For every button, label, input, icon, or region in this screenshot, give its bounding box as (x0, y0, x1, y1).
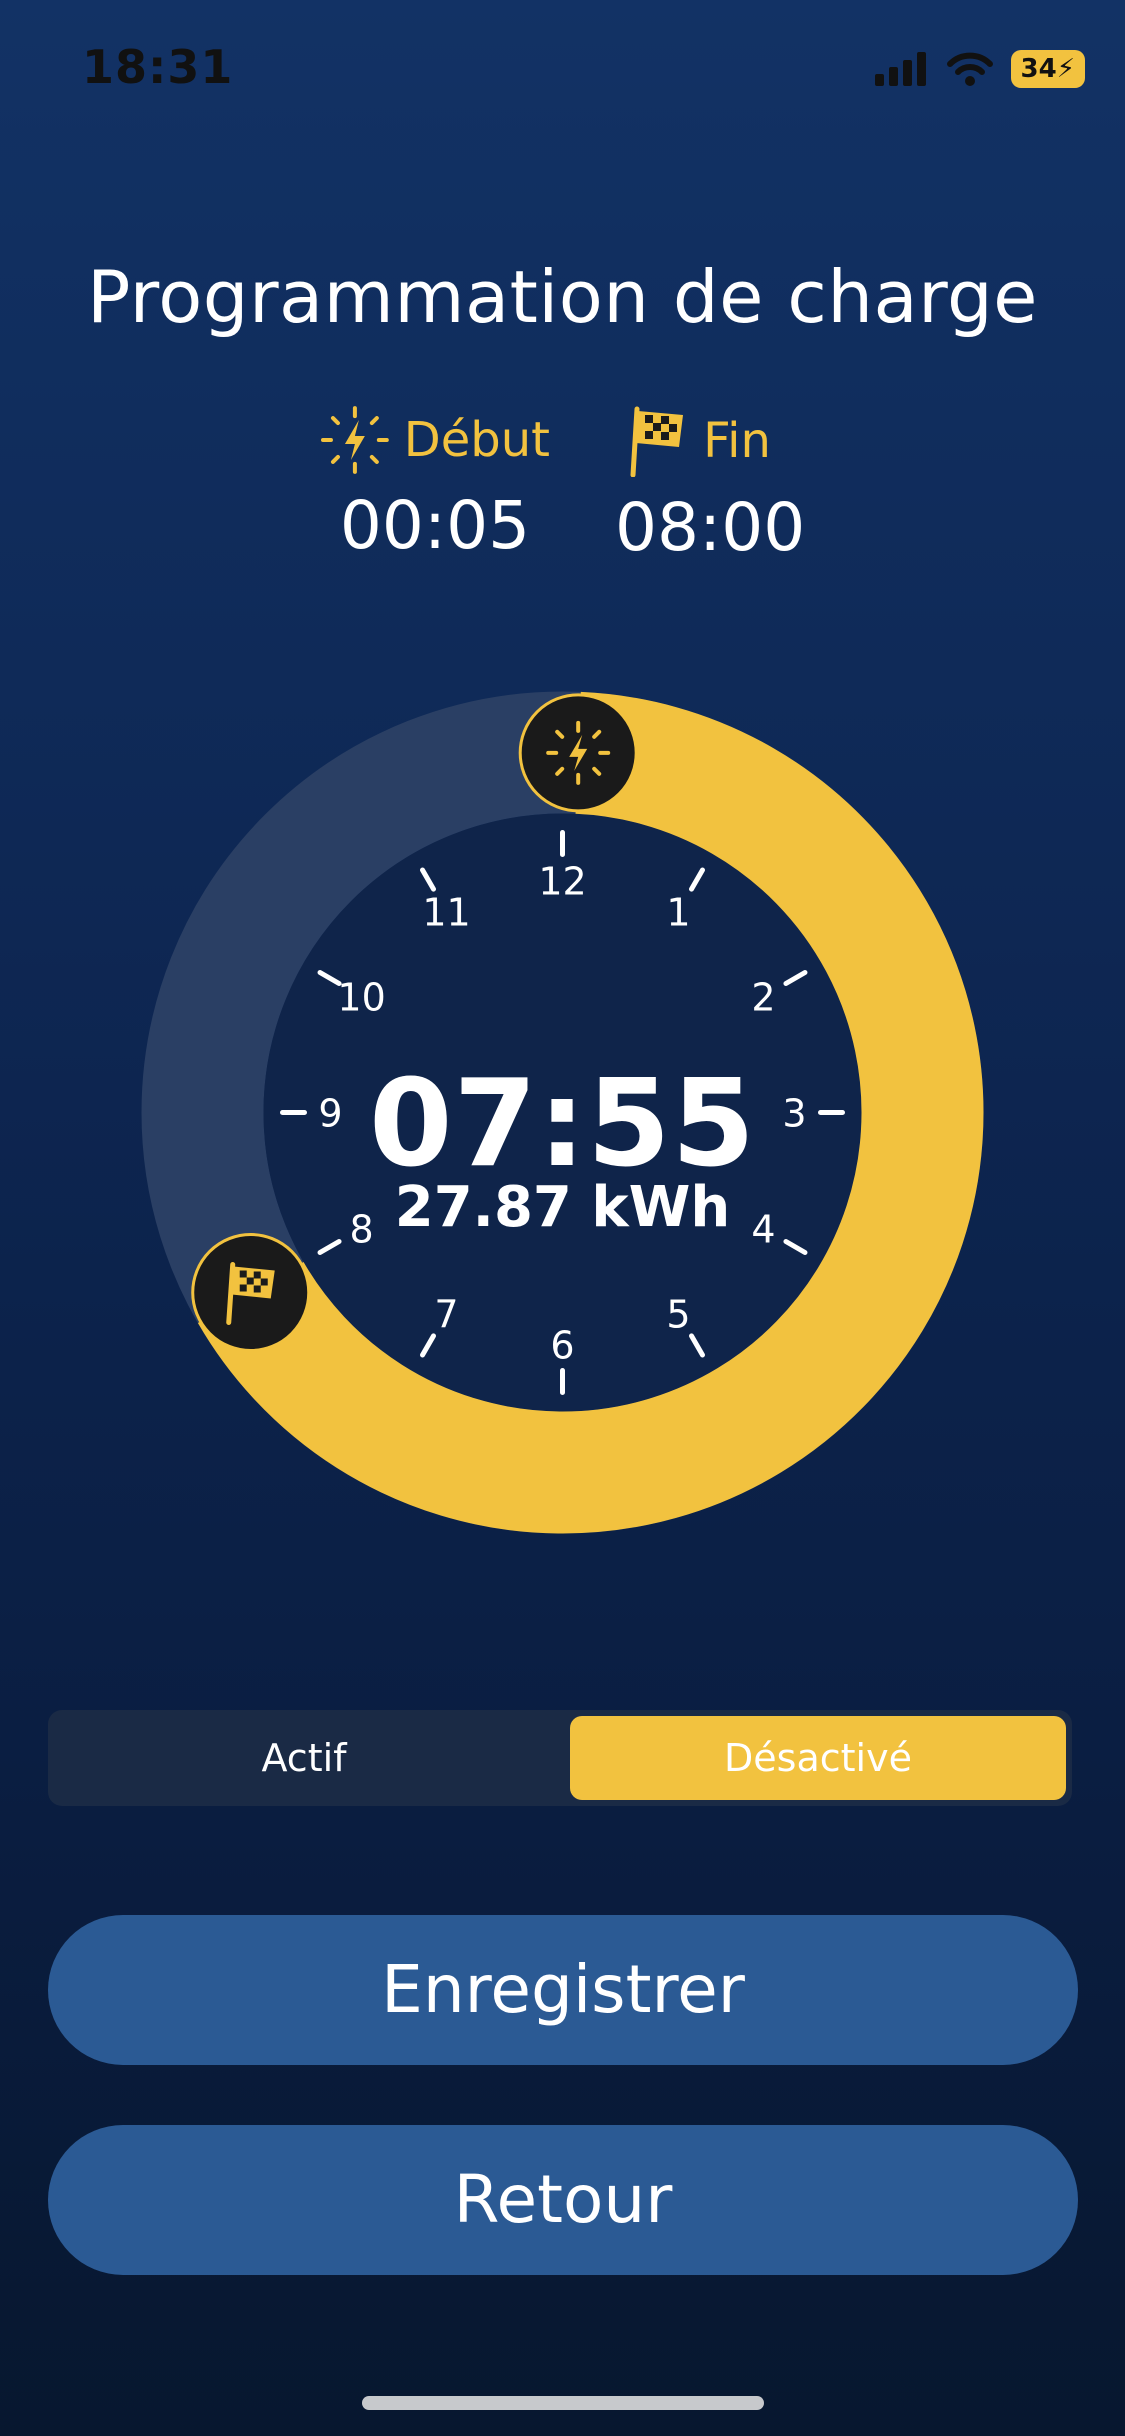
clock-hour-label: 6 (550, 1324, 574, 1368)
clock-hour-label: 7 (434, 1292, 458, 1336)
end-label-row: Fin (615, 405, 785, 477)
sun-bolt-icon (320, 406, 389, 474)
battery-icon: 34⚡ (1010, 50, 1085, 88)
page-title: Programmation de charge (87, 255, 1038, 339)
back-button[interactable]: Retour (48, 2125, 1078, 2275)
signal-icon (874, 52, 926, 86)
clock-hour-label: 11 (422, 891, 470, 935)
end-group: Fin 08:00 (615, 405, 805, 566)
charging-bolt-icon: ⚡ (1056, 54, 1075, 84)
active-toggle[interactable]: Actif Désactivé (48, 1710, 1072, 1806)
wifi-icon (946, 52, 993, 86)
clock-hour-label: 12 (538, 860, 586, 904)
clock-hour-label: 10 (337, 976, 385, 1020)
save-button[interactable]: Enregistrer (48, 1915, 1078, 2065)
clock-hour-label: 1 (666, 891, 690, 935)
clock-hour-label: 2 (751, 976, 775, 1020)
toggle-active-option[interactable]: Actif (54, 1716, 554, 1800)
toggle-inactive-option[interactable]: Désactivé (570, 1716, 1066, 1800)
end-time[interactable]: 08:00 (615, 489, 805, 566)
clock-hour-label: 5 (666, 1292, 690, 1336)
charge-energy: 27.87 kWh (394, 1175, 731, 1240)
status-icons: 34⚡ (874, 50, 1085, 88)
charge-duration: 07:55 (369, 1055, 756, 1194)
start-time[interactable]: 00:05 (320, 487, 550, 564)
home-indicator[interactable] (362, 2396, 764, 2410)
battery-level: 34 (1020, 54, 1057, 84)
charge-clock: 12 1 2 3 4 5 6 7 8 9 10 11 07:55 27.87 k… (140, 690, 985, 1535)
checkered-flag-icon (630, 406, 684, 477)
start-label-row: Début (320, 405, 550, 475)
start-group: Début 00:05 (320, 405, 550, 564)
end-handle[interactable] (191, 1233, 311, 1352)
start-label: Début (403, 412, 550, 468)
status-bar: 18:31 34⚡ (0, 0, 1125, 140)
status-time: 18:31 (82, 40, 234, 94)
start-handle[interactable] (518, 693, 638, 813)
end-label: Fin (703, 413, 771, 469)
